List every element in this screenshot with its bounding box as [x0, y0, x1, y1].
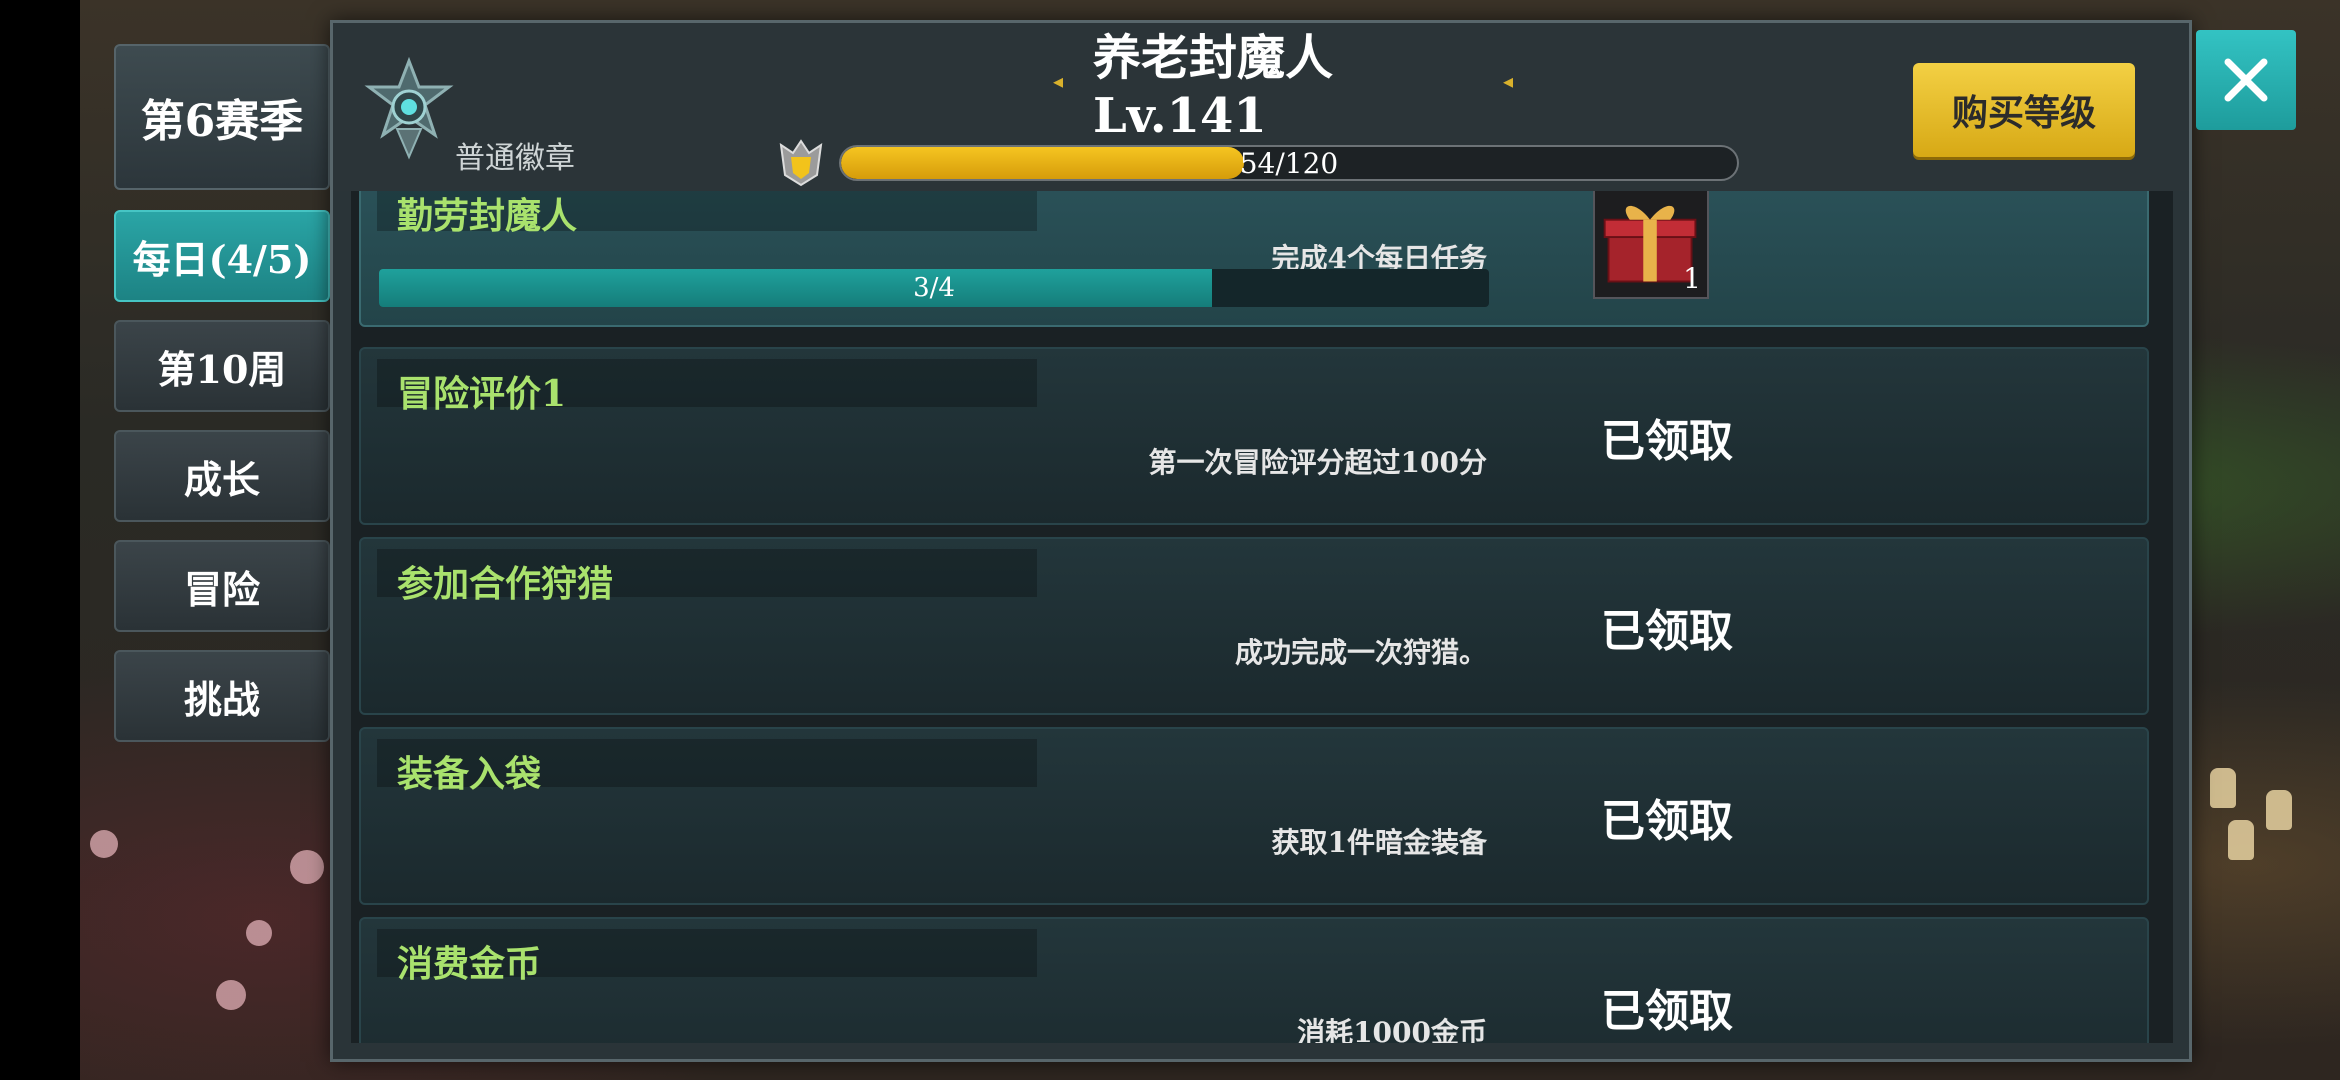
task-name: 装备入袋	[397, 753, 542, 795]
claimed-status: 已领取	[1601, 796, 1733, 847]
arrow-right-icon: ◂	[1053, 69, 1064, 93]
level-progress-text: 54/120	[1239, 146, 1339, 180]
tab-challenge[interactable]: 挑战	[114, 650, 330, 742]
rank-shield-icon	[779, 139, 823, 187]
claimed-status: 已领取	[1601, 606, 1733, 657]
buy-level-button[interactable]: 购买等级	[1913, 63, 2135, 157]
task-name: 冒险评价1	[397, 373, 567, 415]
tab-daily[interactable]: 每日(4/5)	[114, 210, 330, 302]
claimed-status: 已领取	[1601, 986, 1733, 1037]
task-description: 获取1件暗金装备	[1271, 826, 1487, 859]
badge-emblem-icon	[364, 57, 454, 160]
flower-decoration	[290, 850, 324, 884]
season-pass-panel: 普通徽章 ◂ 养老封魔人 Lv.141 ◂ 54/120 购买等级 勤劳封魔人 …	[330, 20, 2192, 1062]
claimed-status: 已领取	[1601, 416, 1733, 467]
candle-decoration	[2266, 790, 2292, 830]
candle-decoration	[2210, 768, 2236, 808]
task-description: 成功完成一次狩猎。	[1234, 636, 1487, 669]
close-button[interactable]	[2196, 30, 2296, 130]
tab-adventure[interactable]: 冒险	[114, 540, 330, 632]
close-icon	[2224, 58, 2268, 102]
flower-decoration	[216, 980, 246, 1010]
flower-decoration	[246, 920, 272, 946]
task-name: 消费金币	[397, 943, 542, 985]
player-title: 养老封魔人 Lv.141	[1093, 30, 1334, 144]
task-list[interactable]: 勤劳封魔人 完成4个每日任务 3/4 1 冒险评价1 第一次冒险评分超过100分…	[351, 191, 2173, 1043]
task-description: 消耗1000金币	[1297, 1016, 1487, 1043]
reward-count: 1	[1683, 262, 1701, 295]
reward-item-slot[interactable]: 1	[1593, 191, 1709, 299]
task-card: 消费金币 消耗1000金币 已领取	[359, 917, 2149, 1043]
task-name: 参加合作狩猎	[397, 563, 614, 605]
arrow-left-icon: ◂	[1502, 69, 1513, 93]
tab-week-10[interactable]: 第10周	[114, 320, 330, 412]
flower-decoration	[90, 830, 118, 858]
title-wrap: ◂ 养老封魔人 Lv.141 ◂	[1023, 30, 1543, 144]
task-card: 勤劳封魔人 完成4个每日任务 3/4 1	[359, 191, 2149, 327]
task-card: 参加合作狩猎 成功完成一次狩猎。 已领取	[359, 537, 2149, 715]
candle-decoration	[2228, 820, 2254, 860]
task-progress-bar: 3/4	[379, 269, 1489, 307]
left-bezel	[0, 0, 80, 1080]
task-name: 勤劳封魔人	[397, 195, 578, 237]
level-progress-bar: 54/120	[839, 145, 1739, 181]
task-description: 第一次冒险评分超过100分	[1148, 446, 1487, 479]
badge-label: 普通徽章	[455, 141, 575, 176]
season-label: 第6赛季	[114, 44, 330, 190]
task-card: 装备入袋 获取1件暗金装备 已领取	[359, 727, 2149, 905]
task-progress-text: 3/4	[913, 273, 955, 303]
task-card: 冒险评价1 第一次冒险评分超过100分 已领取	[359, 347, 2149, 525]
tab-growth[interactable]: 成长	[114, 430, 330, 522]
panel-header: 普通徽章 ◂ 养老封魔人 Lv.141 ◂ 54/120 购买等级	[333, 23, 2189, 191]
